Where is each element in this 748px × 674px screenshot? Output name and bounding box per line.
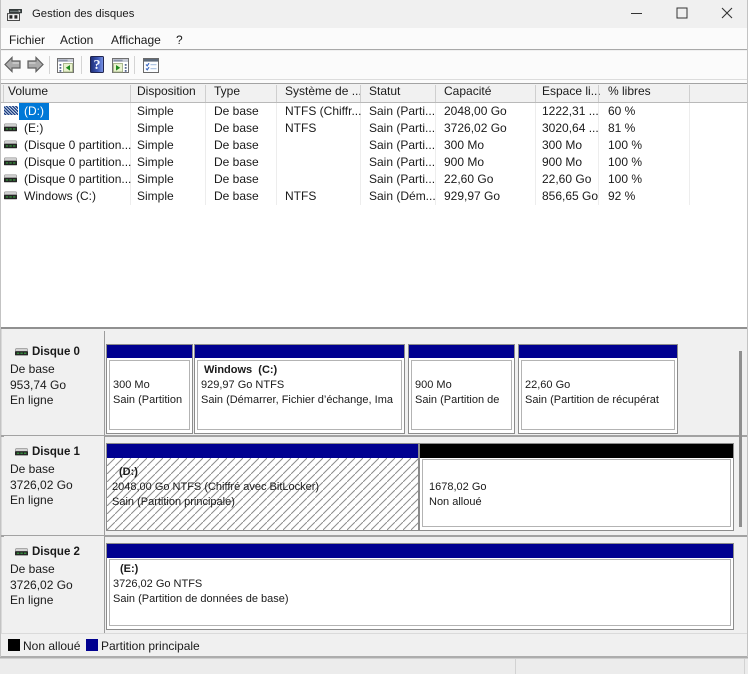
svg-text:?: ? xyxy=(94,58,101,73)
